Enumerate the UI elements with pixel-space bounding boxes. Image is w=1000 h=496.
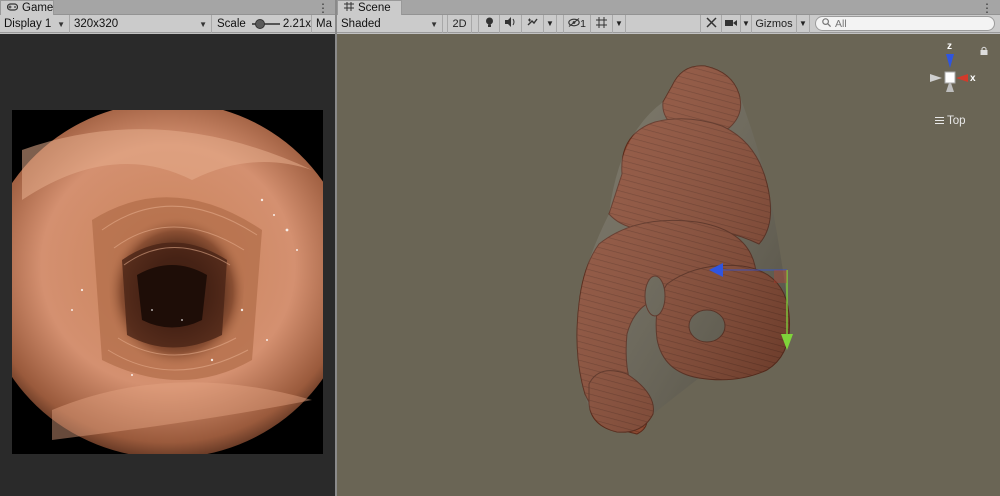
orientation-gizmo[interactable]: z x — [920, 40, 980, 100]
scale-control: Scale 2.21x — [212, 14, 312, 33]
speaker-icon — [505, 17, 516, 30]
chevron-down-icon: ▼ — [546, 19, 554, 28]
gizmo-x-label: x — [970, 73, 976, 84]
lock-icon[interactable] — [980, 44, 988, 58]
scene-search-input[interactable] — [835, 17, 985, 30]
chevron-down-icon: ▼ — [615, 19, 623, 28]
gizmo-z-cone[interactable] — [946, 54, 954, 68]
colonoscopy-render — [12, 110, 323, 454]
display-dropdown-value: Display 1 — [4, 17, 52, 30]
maximize-on-play-button[interactable]: Ma — [312, 15, 335, 33]
scale-label: Scale — [217, 17, 246, 30]
grid-toggle[interactable] — [591, 14, 613, 33]
grid-icon — [344, 2, 354, 14]
gizmo-neg-x-cone[interactable] — [930, 74, 942, 82]
gamepad-icon — [6, 2, 19, 14]
grid-snap-icon — [596, 16, 607, 31]
kebab-menu-icon[interactable]: ⋮ — [981, 0, 993, 15]
scene-tab-strip: Scene ⋮ — [337, 0, 1000, 15]
game-toolbar: Display 1 ▼ 320x320 ▼ Scale 2.21x Ma — [0, 14, 335, 33]
chevron-down-icon: ▼ — [57, 19, 65, 29]
draw-mode-value: Shaded — [341, 17, 381, 30]
tab-game[interactable]: Game — [0, 0, 54, 15]
game-render-frame — [12, 110, 323, 454]
game-tab-strip: Game ⋮ — [0, 0, 335, 15]
tools-button[interactable] — [700, 14, 722, 33]
gizmo-handle[interactable] — [774, 270, 787, 283]
effects-dropdown[interactable]: ▼ — [544, 14, 557, 33]
scene-view[interactable]: z x Top — [337, 34, 1000, 496]
draw-mode-dropdown[interactable]: Shaded ▼ — [337, 14, 443, 33]
maximize-label: Ma — [316, 17, 332, 30]
eye-slash-icon — [568, 17, 580, 30]
gizmos-label: Gizmos — [755, 17, 793, 30]
camera-icon — [725, 18, 737, 30]
visibility-toggle[interactable]: 1 — [563, 14, 591, 33]
resolution-dropdown[interactable]: 320x320 ▼ — [70, 14, 212, 33]
scale-slider-thumb[interactable] — [255, 18, 266, 29]
orientation-label[interactable]: Top — [935, 115, 966, 127]
camera-dropdown[interactable]: ▼ — [741, 14, 752, 33]
scene-search[interactable] — [815, 16, 995, 31]
chevron-down-icon: ▼ — [742, 19, 750, 28]
tab-scene-label: Scene — [358, 2, 391, 14]
search-icon — [822, 17, 832, 30]
gizmo-center-cube[interactable] — [944, 71, 956, 84]
resolution-dropdown-value: 320x320 — [74, 17, 119, 30]
toggle-2d-label: 2D — [452, 17, 467, 30]
scale-value: 2.21x — [282, 17, 311, 30]
gizmo-z-label: z — [947, 41, 952, 52]
chevron-down-icon: ▼ — [199, 19, 207, 29]
lighting-toggle[interactable] — [478, 14, 500, 33]
scale-slider[interactable] — [251, 18, 280, 29]
orientation-label-text: Top — [947, 115, 966, 127]
effects-icon — [527, 17, 538, 30]
hidden-count: 1 — [580, 17, 586, 30]
colon-mesh-object[interactable] — [337, 34, 1000, 496]
game-view — [0, 34, 335, 496]
effects-toggle[interactable] — [522, 14, 544, 33]
audio-toggle[interactable] — [500, 14, 522, 33]
tools-icon — [705, 16, 717, 31]
toggle-2d-button[interactable]: 2D — [447, 14, 472, 33]
camera-settings-button[interactable] — [722, 14, 741, 33]
lightbulb-icon — [485, 17, 494, 31]
tab-game-label: Game — [22, 2, 54, 14]
gizmo-x-cone[interactable] — [956, 74, 968, 82]
display-dropdown[interactable]: Display 1 ▼ — [0, 14, 70, 33]
hamburger-icon — [935, 115, 944, 127]
tab-scene[interactable]: Scene — [337, 0, 402, 15]
chevron-down-icon: ▼ — [430, 19, 438, 29]
kebab-menu-icon[interactable]: ⋮ — [317, 0, 329, 15]
gizmos-button[interactable]: Gizmos — [752, 14, 797, 33]
gizmos-dropdown[interactable]: ▼ — [797, 14, 810, 33]
chevron-down-icon: ▼ — [799, 19, 807, 28]
grid-dropdown[interactable]: ▼ — [613, 14, 626, 33]
